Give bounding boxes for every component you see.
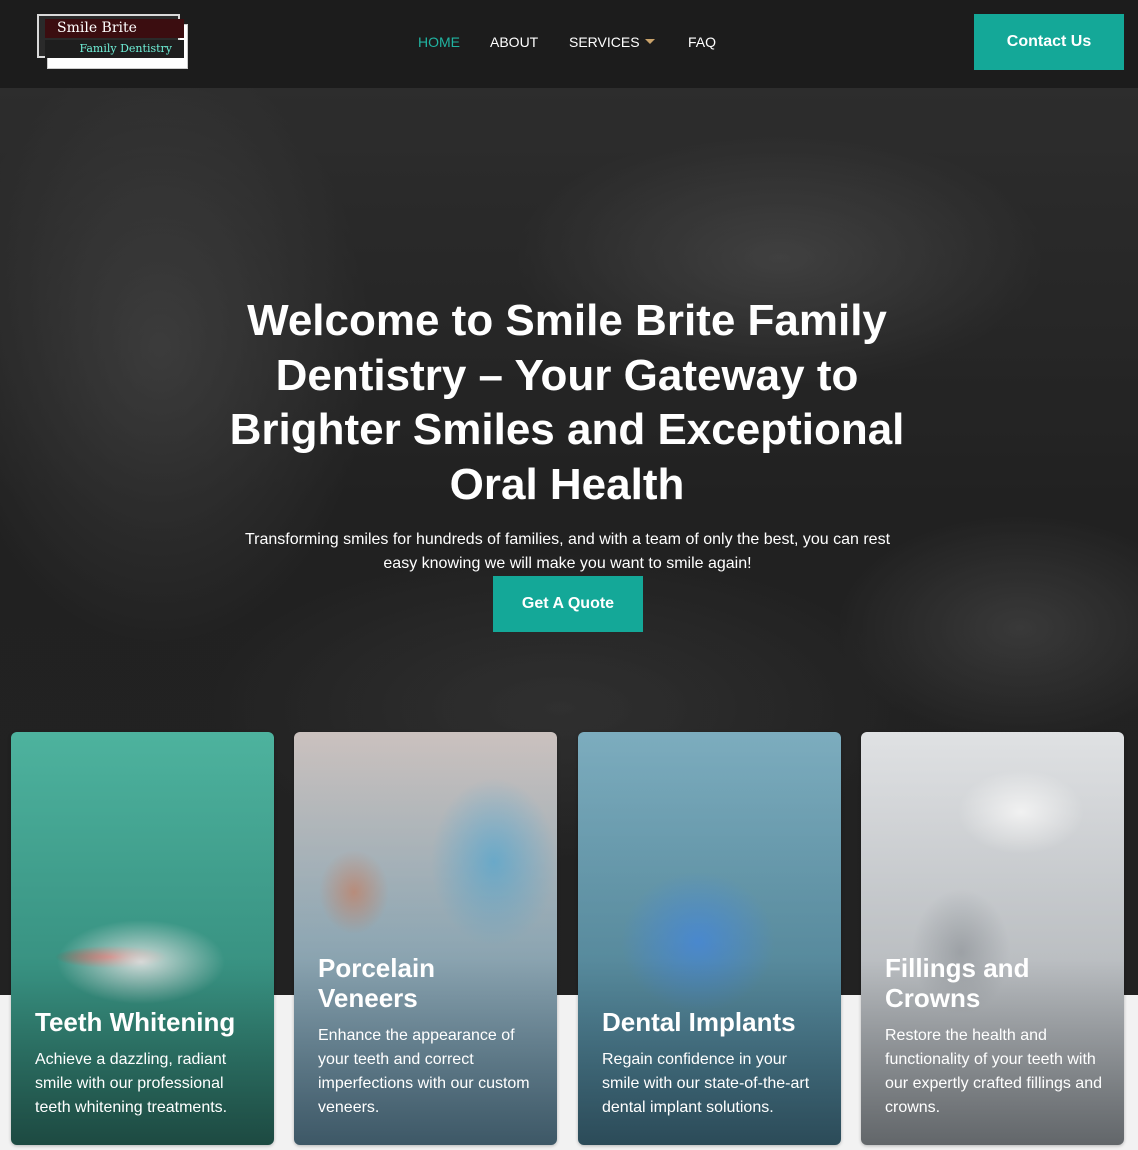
- nav-services[interactable]: SERVICES: [569, 33, 655, 51]
- nav-home[interactable]: HOME: [418, 33, 460, 51]
- logo-frame: Smile Brite Family Dentistry: [37, 14, 184, 58]
- nav-about[interactable]: ABOUT: [490, 33, 538, 51]
- service-card-title: Porcelain Veneers: [318, 953, 436, 1013]
- logo-line-2: Family Dentistry: [45, 40, 184, 58]
- service-card-teeth-whitening[interactable]: Teeth Whitening Achieve a dazzling, radi…: [11, 732, 274, 1145]
- chevron-down-icon: [644, 39, 655, 44]
- hero-subtitle: Transforming smiles for hundreds of fami…: [244, 531, 891, 572]
- service-card-title: Dental Implants: [602, 1007, 796, 1037]
- nav-faq[interactable]: FAQ: [688, 33, 716, 51]
- logo[interactable]: Smile Brite Family Dentistry: [37, 14, 190, 70]
- service-card-description: Restore the health and functionality of …: [885, 1027, 1102, 1116]
- service-card-porcelain-veneers[interactable]: Porcelain Veneers Enhance the appearance…: [294, 732, 557, 1145]
- site-header: Smile Brite Family Dentistry HOME ABOUT …: [0, 0, 1138, 88]
- contact-us-button[interactable]: Contact Us: [974, 14, 1124, 70]
- service-card-title: Fillings and Crowns: [885, 953, 1030, 1013]
- hero-title: Welcome to Smile Brite Family Dentistry …: [229, 296, 905, 509]
- get-a-quote-button[interactable]: Get A Quote: [493, 576, 643, 632]
- service-card-title: Teeth Whitening: [35, 1007, 236, 1037]
- service-card-description: Regain confidence in your smile with our…: [602, 1051, 810, 1116]
- service-card-description: Enhance the appearance of your teeth and…: [318, 1027, 530, 1116]
- nav-services-label: SERVICES: [569, 34, 640, 50]
- service-card-description: Achieve a dazzling, radiant smile with o…: [35, 1051, 228, 1116]
- service-card-fillings-and-crowns[interactable]: Fillings and Crowns Restore the health a…: [861, 732, 1124, 1145]
- service-card-dental-implants[interactable]: Dental Implants Regain confidence in you…: [578, 732, 841, 1145]
- logo-line-1: Smile Brite: [45, 19, 184, 38]
